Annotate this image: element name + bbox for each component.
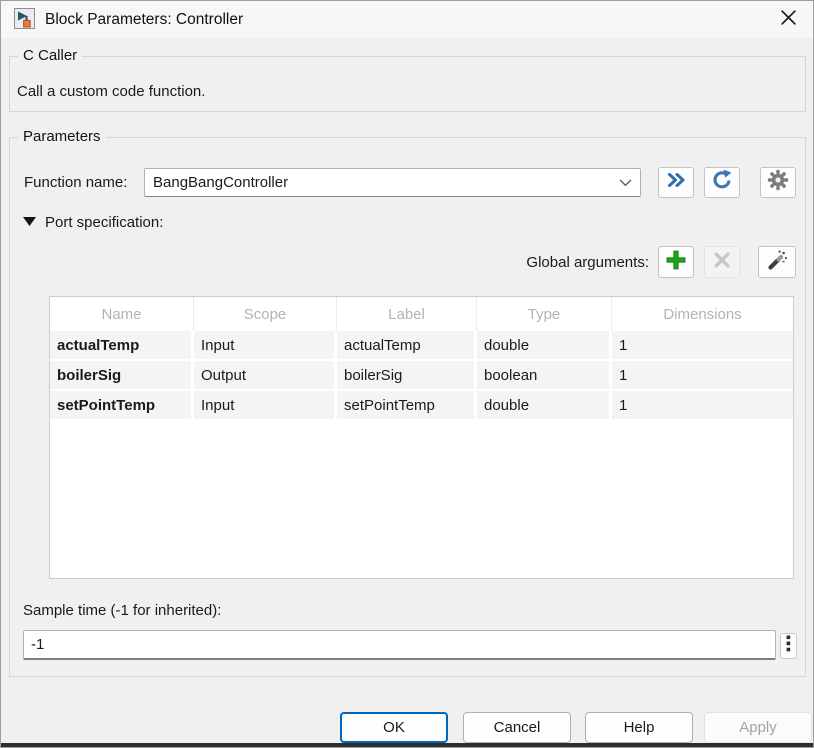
window-bottom-edge <box>1 743 813 747</box>
column-header-name: Name <box>50 297 194 331</box>
table-header: Name Scope Label Type Dimensions <box>50 297 793 331</box>
open-function-browser-button[interactable] <box>658 167 694 198</box>
column-header-type: Type <box>477 297 612 331</box>
table-row[interactable]: setPointTemp Input setPointTemp double 1 <box>50 391 793 419</box>
cancel-button[interactable]: Cancel <box>463 712 571 743</box>
cell-label[interactable]: boilerSig <box>337 361 477 389</box>
sample-time-label: Sample time (-1 for inherited): <box>23 602 221 619</box>
function-name-combobox[interactable]: BangBangController <box>144 168 641 197</box>
function-name-label: Function name: <box>24 174 127 191</box>
global-arguments-label: Global arguments: <box>401 254 649 271</box>
cell-dimensions[interactable]: 1 <box>612 331 793 359</box>
cell-scope[interactable]: Input <box>194 391 337 419</box>
cell-label[interactable]: setPointTemp <box>337 391 477 419</box>
refresh-button[interactable] <box>704 167 740 198</box>
ok-button[interactable]: OK <box>340 712 448 743</box>
titlebar: Block Parameters: Controller <box>1 1 813 38</box>
cell-scope[interactable]: Output <box>194 361 337 389</box>
table-row[interactable]: boilerSig Output boilerSig boolean 1 <box>50 361 793 389</box>
chevron-down-icon <box>619 174 632 191</box>
parameters-group-label: Parameters <box>18 128 106 145</box>
wand-icon <box>766 249 788 276</box>
cell-label[interactable]: actualTemp <box>337 331 477 359</box>
gear-icon <box>767 169 789 196</box>
close-icon <box>780 9 797 31</box>
column-header-dimensions: Dimensions <box>612 297 793 331</box>
triangle-down-icon <box>23 213 36 231</box>
delete-argument-button[interactable] <box>704 246 740 278</box>
cell-dimensions[interactable]: 1 <box>612 391 793 419</box>
port-specification-table: Name Scope Label Type Dimensions actualT… <box>49 296 794 579</box>
table-row[interactable]: actualTemp Input actualTemp double 1 <box>50 331 793 359</box>
cell-name[interactable]: setPointTemp <box>50 391 194 419</box>
cell-type[interactable]: boolean <box>477 361 612 389</box>
settings-button[interactable] <box>760 167 796 198</box>
sample-time-menu-button[interactable] <box>780 633 797 659</box>
cell-scope[interactable]: Input <box>194 331 337 359</box>
add-argument-button[interactable] <box>658 246 694 278</box>
close-button[interactable] <box>765 1 811 38</box>
refresh-icon <box>711 169 733 196</box>
sample-time-input[interactable] <box>23 630 776 660</box>
column-header-label: Label <box>337 297 477 331</box>
block-parameters-dialog: Block Parameters: Controller C Caller Ca… <box>0 0 814 748</box>
delete-x-icon <box>713 251 731 274</box>
block-type-title: C Caller <box>18 47 82 64</box>
kebab-menu-icon <box>786 635 791 657</box>
cell-type[interactable]: double <box>477 331 612 359</box>
plus-icon <box>666 250 686 275</box>
cell-dimensions[interactable]: 1 <box>612 361 793 389</box>
apply-button[interactable]: Apply <box>704 712 812 743</box>
help-button[interactable]: Help <box>585 712 693 743</box>
cell-type[interactable]: double <box>477 391 612 419</box>
window-title: Block Parameters: Controller <box>45 1 243 38</box>
simulink-block-icon <box>14 8 35 29</box>
block-description: Call a custom code function. <box>17 83 205 100</box>
port-specification-toggle[interactable]: Port specification: <box>23 213 163 231</box>
column-header-scope: Scope <box>194 297 337 331</box>
function-name-value: BangBangController <box>153 174 619 191</box>
cell-name[interactable]: actualTemp <box>50 331 194 359</box>
autofill-arguments-button[interactable] <box>758 246 796 278</box>
port-specification-label: Port specification: <box>45 214 163 231</box>
double-chevron-right-icon <box>666 172 686 193</box>
cell-name[interactable]: boilerSig <box>50 361 194 389</box>
